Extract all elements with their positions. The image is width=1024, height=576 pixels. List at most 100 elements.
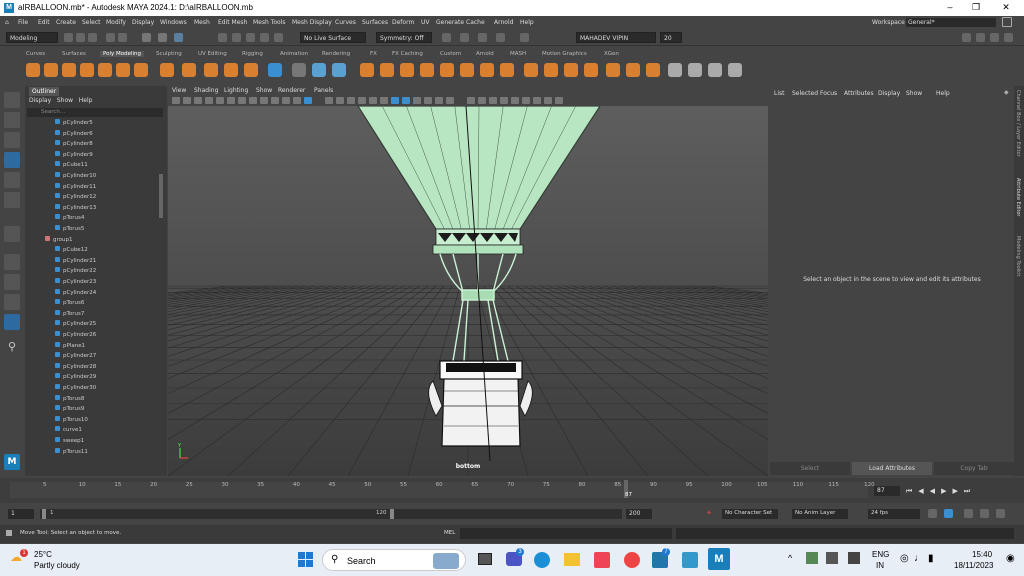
- viewport-tool-icon[interactable]: [522, 97, 530, 104]
- loop-icon[interactable]: [928, 509, 937, 518]
- viewport-tool-icon[interactable]: [271, 97, 279, 104]
- viewport-menu-renderer[interactable]: Renderer: [278, 87, 305, 94]
- viewport-tool-icon[interactable]: [467, 97, 475, 104]
- file-explorer-icon[interactable]: [564, 553, 580, 566]
- viewport-tool-icon[interactable]: [391, 97, 399, 104]
- shelf-tab-mash[interactable]: MASH: [510, 51, 526, 57]
- animation-start-field[interactable]: 1: [8, 509, 34, 519]
- outliner-item[interactable]: pTorus5: [55, 225, 84, 232]
- viewport-tool-icon[interactable]: [293, 97, 301, 104]
- outliner-menu-show[interactable]: Show: [57, 97, 73, 104]
- insert-edge-loop-icon[interactable]: [564, 63, 578, 77]
- attr-menu-list[interactable]: List: [774, 90, 785, 97]
- outliner-menu-display[interactable]: Display: [29, 97, 51, 104]
- search-icon[interactable]: ⚲: [4, 340, 20, 356]
- telegram-icon[interactable]: [682, 552, 698, 568]
- viewport-tool-icon[interactable]: [369, 97, 377, 104]
- clock-time[interactable]: 15:40: [972, 550, 992, 559]
- outliner-item[interactable]: pCylinder5: [55, 119, 93, 126]
- sweep-mesh-icon[interactable]: [204, 63, 218, 77]
- store-icon[interactable]: [594, 552, 610, 568]
- anim-layer-select[interactable]: No Anim Layer: [792, 509, 848, 519]
- extrude-icon[interactable]: [524, 63, 538, 77]
- fps-select[interactable]: 24 fps: [868, 509, 920, 519]
- circularize-icon[interactable]: [646, 63, 660, 77]
- save-icon[interactable]: [76, 33, 85, 42]
- menu-file[interactable]: File: [18, 19, 28, 26]
- undo-icon[interactable]: [106, 33, 115, 42]
- menu-select[interactable]: Select: [82, 19, 101, 26]
- outliner-item[interactable]: curve1: [55, 426, 82, 433]
- attribute-editor-toggle-icon[interactable]: [976, 33, 985, 42]
- poly-plane-icon[interactable]: [116, 63, 130, 77]
- outliner-item[interactable]: pCylinder29: [55, 373, 96, 380]
- outliner-item[interactable]: pCylinder12: [55, 193, 96, 200]
- pin-icon[interactable]: ◆: [1004, 89, 1009, 96]
- live-surface-select[interactable]: No Live Surface: [300, 32, 366, 43]
- viewport-tool-icon[interactable]: [555, 97, 563, 104]
- auto-key-icon[interactable]: [944, 509, 953, 518]
- shelf-tab-rigging[interactable]: Rigging: [242, 51, 263, 57]
- quad-draw-icon[interactable]: [668, 63, 682, 77]
- viewport-tool-icon[interactable]: [380, 97, 388, 104]
- user-account-select[interactable]: MAHADEV VIPIN: [576, 32, 656, 43]
- viewport-tool-icon[interactable]: [172, 97, 180, 104]
- minimize-button[interactable]: –: [938, 2, 962, 12]
- mirror-icon[interactable]: [380, 63, 394, 77]
- viewport-tool-icon[interactable]: [194, 97, 202, 104]
- viewport-tool-icon[interactable]: [533, 97, 541, 104]
- platonic-solid-icon[interactable]: [160, 63, 174, 77]
- weather-temp[interactable]: 25°C: [34, 550, 52, 559]
- menu-uv[interactable]: UV: [421, 19, 430, 26]
- viewport-tool-icon[interactable]: [358, 97, 366, 104]
- ipr-render-icon[interactable]: [478, 33, 487, 42]
- menu-modify[interactable]: Modify: [106, 19, 126, 26]
- select-button[interactable]: Select: [770, 462, 850, 475]
- windows-start-icon[interactable]: [298, 552, 314, 568]
- sculpt-icon[interactable]: [708, 63, 722, 77]
- playback-speed-icon[interactable]: [980, 509, 989, 518]
- menu-mesh[interactable]: Mesh: [194, 19, 210, 26]
- outliner-item[interactable]: pCylinder21: [55, 256, 96, 264]
- snap-grid-icon[interactable]: [218, 33, 227, 42]
- clock-date[interactable]: 18/11/2023: [954, 561, 993, 570]
- svg-tool-icon[interactable]: [244, 63, 258, 77]
- menu-help[interactable]: Help: [520, 19, 534, 26]
- fill-hole-icon[interactable]: [440, 63, 454, 77]
- outliner-item[interactable]: pCylinder22: [55, 267, 96, 274]
- taskbar-search-box[interactable]: ⚲ Search: [322, 549, 466, 571]
- separate-icon[interactable]: [312, 63, 326, 77]
- poly-cube-icon[interactable]: [44, 63, 58, 77]
- viewport-menu-shading[interactable]: Shading: [194, 87, 218, 94]
- smooth-icon[interactable]: [332, 63, 346, 77]
- soft-select-icon[interactable]: [4, 226, 20, 242]
- viewport-tool-icon[interactable]: [282, 97, 290, 104]
- shelf-tab-surfaces[interactable]: Surfaces: [62, 51, 86, 57]
- outliner-item[interactable]: pCylinder11: [55, 182, 96, 190]
- viewport-tool-icon[interactable]: [336, 97, 344, 104]
- text-tool-icon[interactable]: [224, 63, 238, 77]
- two-pane-layout-icon[interactable]: [4, 294, 20, 310]
- menu-surfaces[interactable]: Surfaces: [362, 19, 388, 26]
- move-tool-icon[interactable]: [4, 152, 20, 168]
- shelf-tab-rendering[interactable]: Rendering: [322, 51, 350, 57]
- outliner-item[interactable]: pCylinder10: [55, 172, 96, 179]
- uv-grid-icon[interactable]: [268, 63, 282, 77]
- viewport-tool-icon[interactable]: [347, 97, 355, 104]
- paint-select-tool-icon[interactable]: [4, 132, 20, 148]
- open-icon[interactable]: [88, 33, 97, 42]
- bevel-icon[interactable]: [544, 63, 558, 77]
- menu-mesh-tools[interactable]: Mesh Tools: [253, 19, 285, 26]
- menu-cache[interactable]: Cache: [466, 19, 485, 26]
- outliner-item[interactable]: pCylinder23: [55, 278, 96, 285]
- viewport-menu-lighting[interactable]: Lighting: [224, 87, 248, 94]
- wedge-icon[interactable]: [626, 63, 640, 77]
- mel-input[interactable]: [460, 528, 672, 539]
- outliner-item[interactable]: group1: [45, 235, 72, 243]
- outliner-layout-icon[interactable]: [4, 314, 20, 330]
- outliner-item[interactable]: pCube11: [55, 161, 88, 168]
- viewport-tool-icon[interactable]: [511, 97, 519, 104]
- tray-app3-icon[interactable]: [848, 552, 860, 564]
- load-attributes-button[interactable]: Load Attributes: [852, 462, 932, 475]
- edge-icon[interactable]: [534, 552, 550, 568]
